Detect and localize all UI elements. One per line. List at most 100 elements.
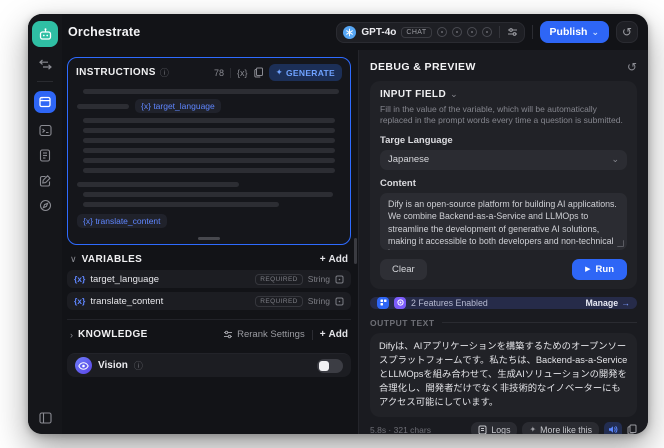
variable-chip[interactable]: {x} translate_content [77,214,167,228]
vision-feature-row: Vision ⓘ [67,353,351,377]
chevron-down-icon: ⌄ [591,26,599,37]
variable-chip[interactable]: {x} target_language [135,99,221,113]
publish-button[interactable]: Publish ⌄ [539,21,609,43]
play-icon: ▶ [585,266,591,274]
plus-icon: + [319,329,326,340]
input-field-title: INPUT FIELD [380,89,447,100]
input-field-description: Fill in the value of the variable, which… [380,104,623,126]
redacted-text-line [83,128,335,133]
vision-label: Vision [98,360,128,371]
nav-logs-icon[interactable] [37,147,53,163]
nav-orchestrate-active[interactable] [34,91,56,113]
redacted-text-line [83,148,335,153]
scrollbar-thumb[interactable] [354,238,357,264]
variables-title: VARIABLES [81,254,143,265]
variables-section-header[interactable]: ∨ VARIABLES + Add [67,245,351,270]
left-rail [28,14,62,434]
clear-button[interactable]: Clear [380,258,427,280]
prompt-editor[interactable]: {x} target_language {x} translate_conten… [68,85,350,232]
orchestrate-config-panel: INSTRUCTIONS ⓘ 78 {x} ✦ GENERATE {x} tar… [62,50,358,434]
pill-divider [498,26,500,38]
prompt-char-count: 78 [214,67,225,78]
instructions-title: INSTRUCTIONS [76,67,156,78]
variable-settings-icon[interactable] [335,275,344,284]
variable-settings-icon[interactable] [335,297,344,306]
topbar-divider [531,25,533,39]
redacted-text-line [83,202,279,207]
switch-app-icon[interactable] [37,56,53,72]
chevron-right-icon: › [70,329,73,340]
debug-preview-panel: DEBUG & PREVIEW ↺ INPUT FIELD ⌄ Fill in … [358,50,648,434]
redacted-text-line [77,103,129,109]
chevron-down-icon: ⌄ [450,89,458,99]
content-textarea[interactable]: Dify is an open-source platform for buil… [380,192,627,250]
copy-output-icon[interactable] [627,424,637,434]
refresh-icon[interactable]: ↺ [627,60,637,74]
variable-row[interactable]: {x} target_language REQUIRED String [67,270,351,288]
generate-button[interactable]: ✦ GENERATE [268,64,342,81]
copy-prompt-icon[interactable] [253,67,263,78]
add-knowledge-button[interactable]: + Add [320,329,348,340]
rail-divider [37,81,53,82]
required-badge: REQUIRED [255,273,303,285]
knowledge-section-header[interactable]: › KNOWLEDGE Rerank Settings + Add [67,320,351,345]
capability-icon [436,27,447,37]
vision-toggle[interactable] [317,358,343,373]
model-selector[interactable]: GPT-4o CHAT [336,21,525,43]
plus-icon: + [319,254,326,265]
version-history-button[interactable]: ↺ [616,21,638,43]
sparkle-icon: ✦ [275,67,283,77]
add-variable-button[interactable]: + Add [320,254,348,265]
redacted-text-line [83,118,335,123]
tools-divider [230,67,232,78]
variable-row[interactable]: {x} translate_content REQUIRED String [67,292,351,310]
app-logo-robot-icon[interactable] [32,21,58,47]
input-field-header[interactable]: INPUT FIELD ⌄ [380,89,627,100]
capability-icon [451,27,462,37]
run-button[interactable]: ▶ Run [572,258,627,280]
content-label: Content [380,177,416,189]
output-text-title: OUTPUT TEXT [370,317,435,328]
chevron-down-icon: ⌄ [611,154,619,165]
model-settings-sliders-icon[interactable] [507,27,518,37]
scroll-indicator[interactable] [198,237,220,240]
app-window: Orchestrate GPT-4o CHAT Publish ⌄ ↺ INST… [28,14,648,434]
redacted-text-line [77,182,239,187]
target-language-select[interactable]: Japanese ⌄ [380,149,627,170]
manage-features-button[interactable]: Manage → [585,298,630,308]
vision-eye-icon [75,357,92,374]
nav-monitoring-icon[interactable] [37,197,53,213]
model-name: GPT-4o [361,26,397,38]
top-bar: Orchestrate GPT-4o CHAT Publish ⌄ ↺ [62,14,648,50]
redacted-text-line [83,158,335,163]
features-enabled-bar[interactable]: 2 Features Enabled Manage → [370,296,637,309]
target-language-label: Targe Language [380,134,453,146]
feature-icon [377,296,389,309]
page-title: Orchestrate [68,25,141,39]
chevron-down-icon: ∨ [70,254,77,264]
capability-icon [466,27,477,37]
resize-handle[interactable] [617,239,624,247]
debug-title: DEBUG & PREVIEW [370,61,476,73]
nav-annotation-icon[interactable] [37,172,53,188]
features-enabled-text: 2 Features Enabled [411,297,488,308]
more-like-this-button[interactable]: ✦ More like this [522,421,599,434]
redacted-text-line [83,192,333,197]
insert-variable-icon[interactable]: {x} [237,68,248,78]
nav-terminal-icon[interactable] [37,122,53,138]
arrow-right-icon: → [621,297,630,308]
instructions-card[interactable]: INSTRUCTIONS ⓘ 78 {x} ✦ GENERATE {x} tar… [67,57,351,245]
redacted-text-line [83,138,335,143]
history-icon: ↺ [621,25,633,39]
required-badge: REQUIRED [255,295,303,307]
logs-button[interactable]: Logs [471,421,518,434]
knowledge-divider [311,329,313,340]
output-stats: 5.8s · 321 chars [370,424,431,434]
knowledge-title: KNOWLEDGE [78,329,148,340]
collapse-sidebar-icon[interactable] [37,410,53,426]
output-divider [441,322,637,324]
feature-icon [394,296,406,309]
rerank-settings-button[interactable]: Rerank Settings [223,329,305,340]
speaker-audio-button[interactable] [604,421,622,434]
info-icon: ⓘ [159,68,169,78]
